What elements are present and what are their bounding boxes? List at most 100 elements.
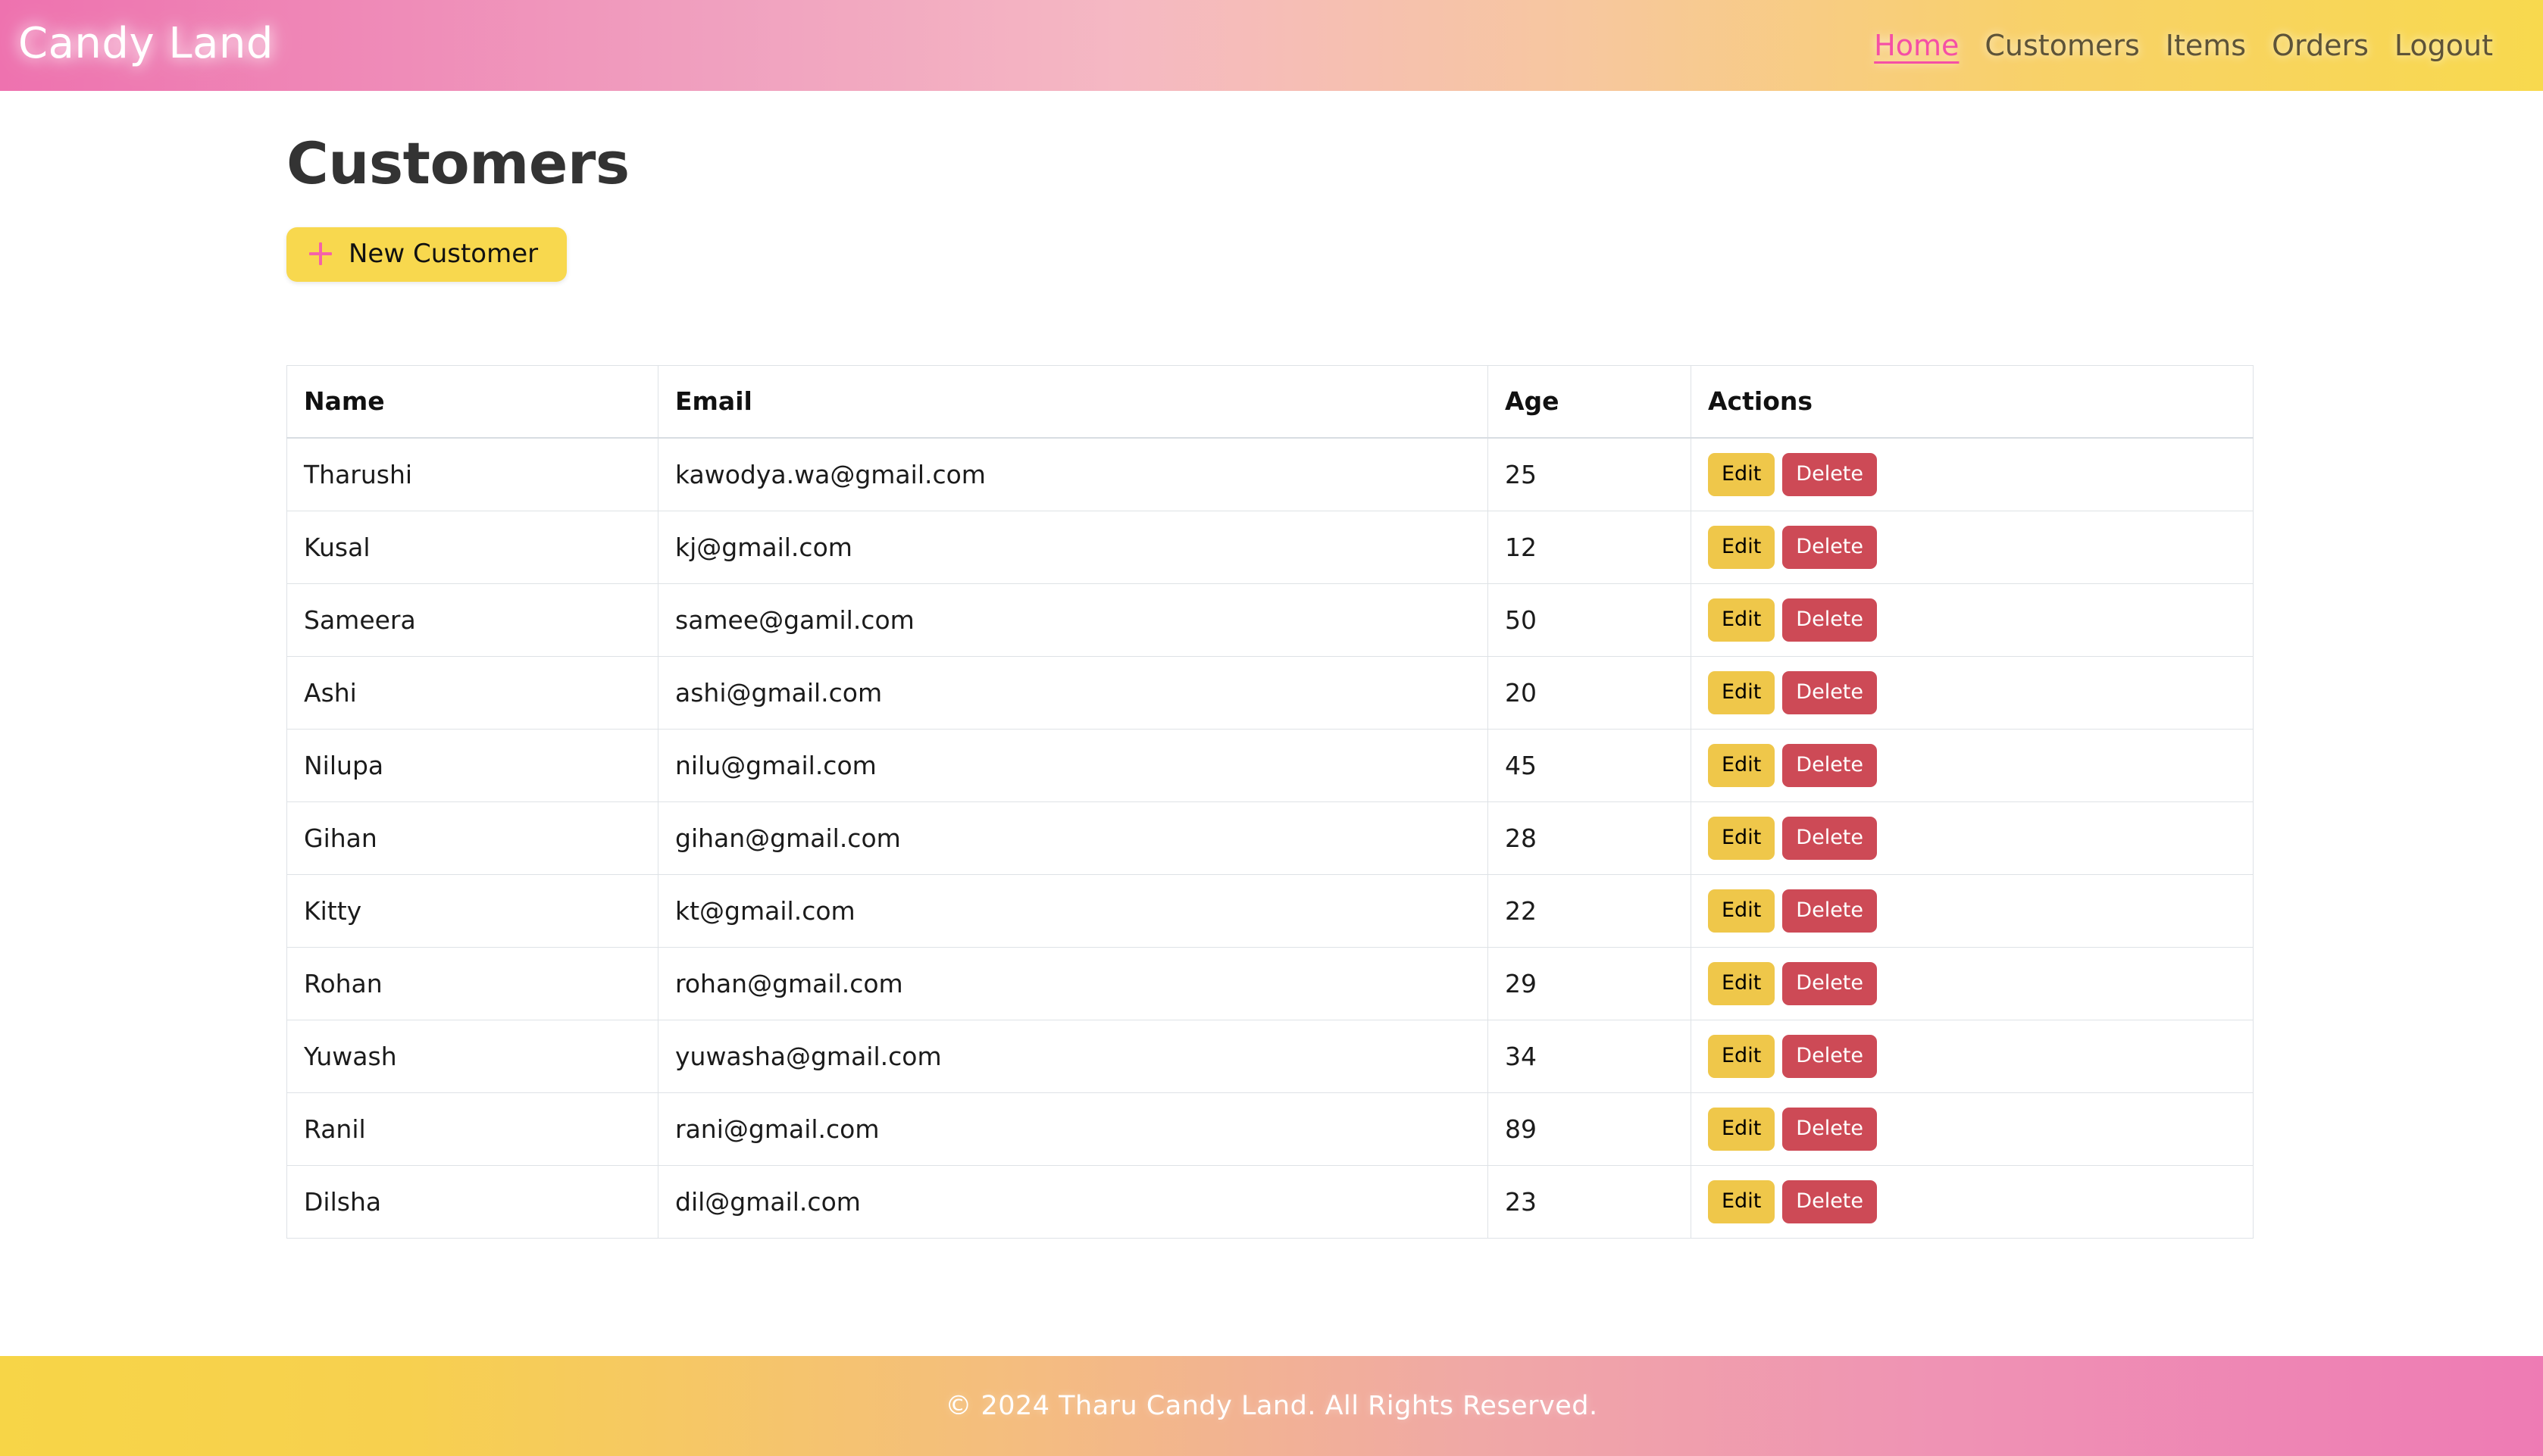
cell-actions: Edit Delete: [1691, 437, 2254, 511]
cell-actions: Edit Delete: [1691, 873, 2254, 948]
delete-button[interactable]: Delete: [1782, 889, 1878, 933]
cell-age: 23: [1487, 1164, 1691, 1239]
table-row: Kusal kj@gmail.com 12 Edit Delete: [286, 510, 2254, 584]
cell-age: 12: [1487, 510, 1691, 584]
cell-age: 20: [1487, 655, 1691, 730]
cell-email: ashi@gmail.com: [658, 655, 1488, 730]
cell-email: dil@gmail.com: [658, 1164, 1488, 1239]
delete-button[interactable]: Delete: [1782, 816, 1878, 860]
cell-email: gihan@gmail.com: [658, 801, 1488, 875]
cell-email: samee@gamil.com: [658, 583, 1488, 657]
table-row: Nilupa nilu@gmail.com 45 Edit Delete: [286, 728, 2254, 802]
delete-button[interactable]: Delete: [1782, 961, 1878, 1005]
delete-button[interactable]: Delete: [1782, 453, 1878, 497]
cell-age: 50: [1487, 583, 1691, 657]
cell-name: Kitty: [286, 873, 658, 948]
table-row: Gihan gihan@gmail.com 28 Edit Delete: [286, 801, 2254, 875]
nav-link-home[interactable]: Home: [1874, 31, 1959, 60]
edit-button[interactable]: Edit: [1708, 1107, 1775, 1151]
main-content: Customers New Customer Name Email Age Actio…: [0, 91, 2543, 1356]
new-customer-button-label: New Customer: [349, 238, 539, 269]
column-header-name: Name: [286, 364, 658, 439]
edit-button[interactable]: Edit: [1708, 816, 1775, 860]
cell-age: 34: [1487, 1019, 1691, 1093]
cell-actions: Edit Delete: [1691, 1019, 2254, 1093]
edit-button[interactable]: Edit: [1708, 743, 1775, 787]
edit-button[interactable]: Edit: [1708, 598, 1775, 642]
table-row: Yuwash yuwasha@gmail.com 34 Edit Delete: [286, 1019, 2254, 1093]
table-row: Kitty kt@gmail.com 22 Edit Delete: [286, 873, 2254, 948]
content-container: Customers New Customer Name Email Age Actio…: [286, 91, 2257, 1239]
cell-email: kawodya.wa@gmail.com: [658, 437, 1488, 511]
table-header-row: Name Email Age Actions: [286, 364, 2254, 439]
cell-email: rohan@gmail.com: [658, 946, 1488, 1020]
table-row: Ranil rani@gmail.com 89 Edit Delete: [286, 1092, 2254, 1166]
column-header-email: Email: [658, 364, 1488, 439]
cell-name: Rohan: [286, 946, 658, 1020]
nav-link-items[interactable]: Items: [2166, 31, 2246, 60]
cell-actions: Edit Delete: [1691, 510, 2254, 584]
cell-name: Ashi: [286, 655, 658, 730]
cell-email: kj@gmail.com: [658, 510, 1488, 584]
cell-actions: Edit Delete: [1691, 728, 2254, 802]
cell-age: 22: [1487, 873, 1691, 948]
column-header-actions: Actions: [1691, 364, 2254, 439]
cell-age: 29: [1487, 946, 1691, 1020]
cell-name: Kusal: [286, 510, 658, 584]
cell-actions: Edit Delete: [1691, 1164, 2254, 1239]
nav-link-orders[interactable]: Orders: [2272, 31, 2369, 60]
table-row: Tharushi kawodya.wa@gmail.com 25 Edit Delete: [286, 437, 2254, 511]
cell-name: Tharushi: [286, 437, 658, 511]
table-row: Rohan rohan@gmail.com 29 Edit Delete: [286, 946, 2254, 1020]
cell-name: Sameera: [286, 583, 658, 657]
delete-button[interactable]: Delete: [1782, 670, 1878, 714]
cell-actions: Edit Delete: [1691, 1092, 2254, 1166]
new-customer-button[interactable]: New Customer: [286, 227, 568, 282]
edit-button[interactable]: Edit: [1708, 1034, 1775, 1078]
footer: © 2024 Tharu Candy Land. All Rights Rese…: [0, 1356, 2543, 1456]
edit-button[interactable]: Edit: [1708, 525, 1775, 569]
delete-button[interactable]: Delete: [1782, 525, 1878, 569]
cell-email: rani@gmail.com: [658, 1092, 1488, 1166]
edit-button[interactable]: Edit: [1708, 961, 1775, 1005]
cell-age: 89: [1487, 1092, 1691, 1166]
cell-age: 45: [1487, 728, 1691, 802]
nav-links: Home Customers Items Orders Logout: [1874, 31, 2493, 60]
nav-link-logout[interactable]: Logout: [2394, 31, 2493, 60]
column-header-age: Age: [1487, 364, 1691, 439]
cell-actions: Edit Delete: [1691, 655, 2254, 730]
table-body: Tharushi kawodya.wa@gmail.com 25 Edit Delete…: [286, 437, 2254, 1239]
cell-email: nilu@gmail.com: [658, 728, 1488, 802]
delete-button[interactable]: Delete: [1782, 743, 1878, 787]
plus-icon: [309, 242, 332, 265]
app-page: Candy Land Home Customers Items Orders Logou…: [0, 0, 2543, 1456]
nav-link-customers[interactable]: Customers: [1985, 31, 2139, 60]
cell-name: Dilsha: [286, 1164, 658, 1239]
cell-email: yuwasha@gmail.com: [658, 1019, 1488, 1093]
footer-copyright: © 2024 Tharu Candy Land. All Rights Rese…: [945, 1390, 1598, 1421]
table-row: Dilsha dil@gmail.com 23 Edit Delete: [286, 1164, 2254, 1239]
brand-logo[interactable]: Candy Land: [18, 23, 274, 65]
delete-button[interactable]: Delete: [1782, 1034, 1878, 1078]
page-title: Customers: [286, 130, 630, 197]
cell-name: Ranil: [286, 1092, 658, 1166]
navbar: Candy Land Home Customers Items Orders Logou…: [0, 0, 2543, 91]
table-row: Sameera samee@gamil.com 50 Edit Delete: [286, 583, 2254, 657]
cell-name: Yuwash: [286, 1019, 658, 1093]
edit-button[interactable]: Edit: [1708, 670, 1775, 714]
edit-button[interactable]: Edit: [1708, 453, 1775, 497]
cell-name: Nilupa: [286, 728, 658, 802]
cell-age: 25: [1487, 437, 1691, 511]
edit-button[interactable]: Edit: [1708, 1179, 1775, 1223]
cell-actions: Edit Delete: [1691, 583, 2254, 657]
delete-button[interactable]: Delete: [1782, 598, 1878, 642]
delete-button[interactable]: Delete: [1782, 1107, 1878, 1151]
customers-table: Name Email Age Actions Tharushi kawodya.wa@g…: [286, 364, 2254, 1239]
cell-email: kt@gmail.com: [658, 873, 1488, 948]
table-header: Name Email Age Actions: [286, 364, 2254, 439]
table-row: Ashi ashi@gmail.com 20 Edit Delete: [286, 655, 2254, 730]
cell-name: Gihan: [286, 801, 658, 875]
customers-table-wrapper: Name Email Age Actions Tharushi kawodya.wa@g…: [286, 364, 2254, 1239]
delete-button[interactable]: Delete: [1782, 1179, 1878, 1223]
edit-button[interactable]: Edit: [1708, 889, 1775, 933]
